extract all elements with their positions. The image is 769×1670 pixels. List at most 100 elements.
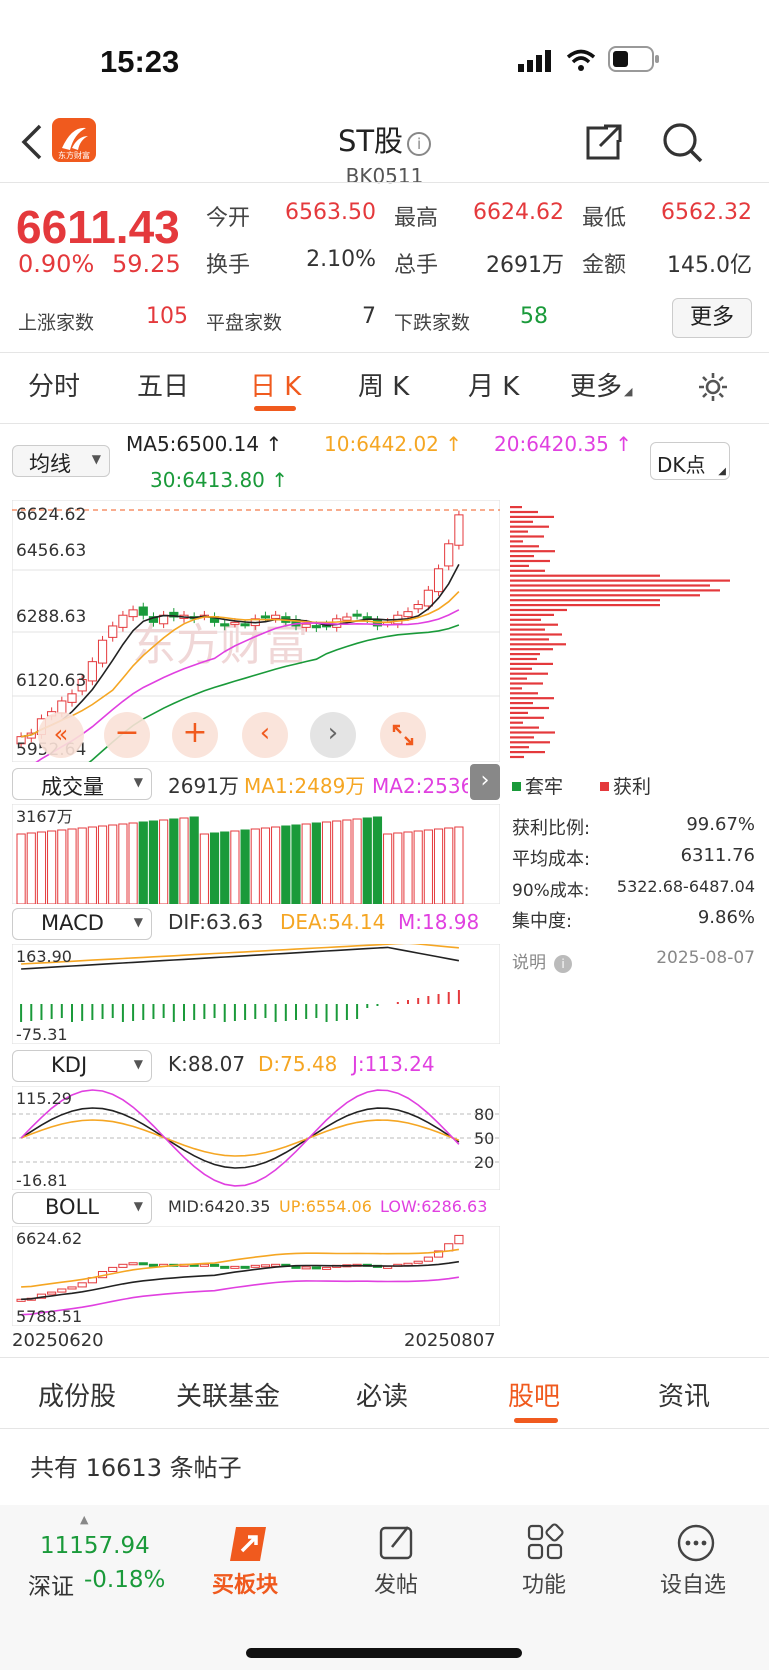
candle	[342, 616, 352, 621]
divider	[0, 423, 769, 424]
tab-monthly-k[interactable]: 月 K	[468, 366, 519, 403]
flat-count-label: 平盘家数	[206, 312, 283, 334]
ma10-value: 10:6442.02 ↑	[324, 432, 463, 456]
dk-point-button[interactable]: DK点 ◢	[650, 442, 730, 480]
tab-daily-k[interactable]: 日 K	[250, 366, 301, 403]
expand-panel-icon[interactable]: ›	[470, 764, 500, 800]
scroll-left-icon[interactable]: ‹	[242, 712, 288, 758]
nav-buy-sector[interactable]: 买板块	[212, 1567, 278, 1599]
tab-more[interactable]: 更多 ◢	[570, 366, 632, 403]
volume-bar	[281, 825, 291, 904]
settings-gear-icon[interactable]	[696, 370, 730, 404]
chip-bar	[510, 515, 554, 518]
volume-bar	[138, 821, 148, 904]
chip-bar	[510, 623, 558, 626]
candle	[311, 625, 321, 629]
chip-bar	[510, 702, 533, 705]
dropdown-triangle-icon: ◢	[624, 385, 633, 398]
chip-note-link[interactable]: 说明 i	[512, 948, 572, 973]
functions-grid-icon[interactable]	[526, 1523, 564, 1561]
chip-bar	[510, 711, 528, 714]
post-edit-icon[interactable]	[378, 1523, 416, 1561]
level-label: 20	[474, 1153, 494, 1172]
flat-count: 7	[362, 304, 376, 329]
more-button[interactable]: 更多	[672, 298, 752, 338]
volume-bar	[128, 822, 138, 904]
chip-bar	[510, 751, 545, 754]
volume-bar	[321, 821, 332, 904]
zoom-out-icon[interactable]: −	[104, 712, 150, 758]
candle	[403, 611, 413, 618]
tab-news[interactable]: 资讯	[658, 1376, 710, 1413]
nav-add-watchlist[interactable]: 设自选	[660, 1567, 726, 1599]
chip-bar	[510, 594, 700, 597]
volume-bar	[148, 820, 159, 904]
y-tick-label: 3167万	[16, 807, 73, 826]
zoom-in-icon[interactable]: +	[172, 712, 218, 758]
volume-indicator-selector[interactable]: 成交量 ▼	[12, 768, 152, 800]
ma-selector[interactable]: 均线 ▼	[12, 445, 110, 477]
chip-bar	[510, 613, 554, 616]
y-tick-label: 6288.63	[16, 607, 86, 627]
volume-bar	[352, 818, 362, 904]
index-name[interactable]: 深证	[28, 1567, 74, 1601]
volume-bar	[433, 828, 444, 904]
amount-value: 145.0亿	[667, 253, 752, 278]
index-value[interactable]: 11157.94	[40, 1533, 150, 1559]
macd-selector[interactable]: MACD ▼	[12, 908, 152, 940]
tab-forum[interactable]: 股吧	[508, 1376, 560, 1413]
tab-intraday[interactable]: 分时	[28, 366, 80, 403]
volume-bar	[240, 829, 250, 904]
boll-selector[interactable]: BOLL ▼	[12, 1192, 152, 1224]
candle	[260, 615, 271, 619]
chip-bar	[510, 530, 528, 533]
tab-five-day[interactable]: 五日	[137, 366, 189, 403]
boll-low: LOW:6286.63	[380, 1197, 488, 1216]
tab-constituents[interactable]: 成份股	[38, 1376, 116, 1413]
tab-weekly-k[interactable]: 周 K	[358, 366, 409, 403]
y-tick-label: 163.90	[16, 947, 72, 966]
volume-ma1: MA1:2489万	[244, 774, 366, 798]
boll-candle	[47, 1291, 57, 1295]
volume-bar	[383, 833, 393, 904]
chip-bar	[510, 697, 554, 700]
chip-bar	[510, 716, 544, 719]
nav-functions[interactable]: 功能	[522, 1567, 566, 1599]
chip-bar	[510, 731, 555, 734]
share-icon[interactable]	[582, 120, 626, 164]
scroll-right-icon[interactable]: ›	[310, 712, 356, 758]
index-change[interactable]: -0.18%	[84, 1567, 165, 1593]
chip-date: 2025-08-07	[656, 948, 755, 968]
tab-related-funds[interactable]: 关联基金	[176, 1376, 280, 1413]
boll-candle	[128, 1262, 138, 1266]
info-icon: i	[554, 955, 572, 973]
volume-bar	[97, 825, 108, 904]
search-icon[interactable]	[660, 120, 704, 164]
kdj-j: J:113.24	[352, 1052, 435, 1076]
info-icon[interactable]: i	[407, 132, 432, 156]
status-time: 15:23	[100, 44, 180, 79]
chip-bar	[510, 599, 660, 602]
chip-bar	[510, 545, 539, 548]
fullscreen-icon[interactable]	[380, 712, 426, 758]
more-dots-icon[interactable]	[676, 1523, 716, 1563]
chip-value: 9.86%	[697, 907, 755, 928]
nav-post[interactable]: 发帖	[374, 1567, 418, 1599]
down-count-label: 下跌家数	[394, 312, 471, 334]
candle	[271, 614, 281, 619]
kdj-selector[interactable]: KDJ ▼	[12, 1050, 152, 1082]
kdj-k: K:88.07	[168, 1052, 246, 1076]
ma20-value: 20:6420.35 ↑	[494, 432, 633, 456]
buy-sector-icon[interactable]	[226, 1523, 276, 1565]
active-tab-indicator	[254, 406, 296, 411]
volume-bar	[220, 831, 230, 904]
volume-bar	[189, 816, 199, 904]
boll-candle	[250, 1264, 260, 1268]
dropdown-arrow-icon: ▼	[133, 1057, 143, 1071]
volume-label: 总手	[394, 253, 439, 278]
chip-bar	[510, 569, 545, 572]
low-label: 最低	[582, 206, 627, 231]
ma30-value: 30:6413.80 ↑	[150, 468, 289, 492]
scroll-left-fast-icon[interactable]: «	[38, 712, 84, 758]
tab-must-read[interactable]: 必读	[356, 1376, 408, 1413]
